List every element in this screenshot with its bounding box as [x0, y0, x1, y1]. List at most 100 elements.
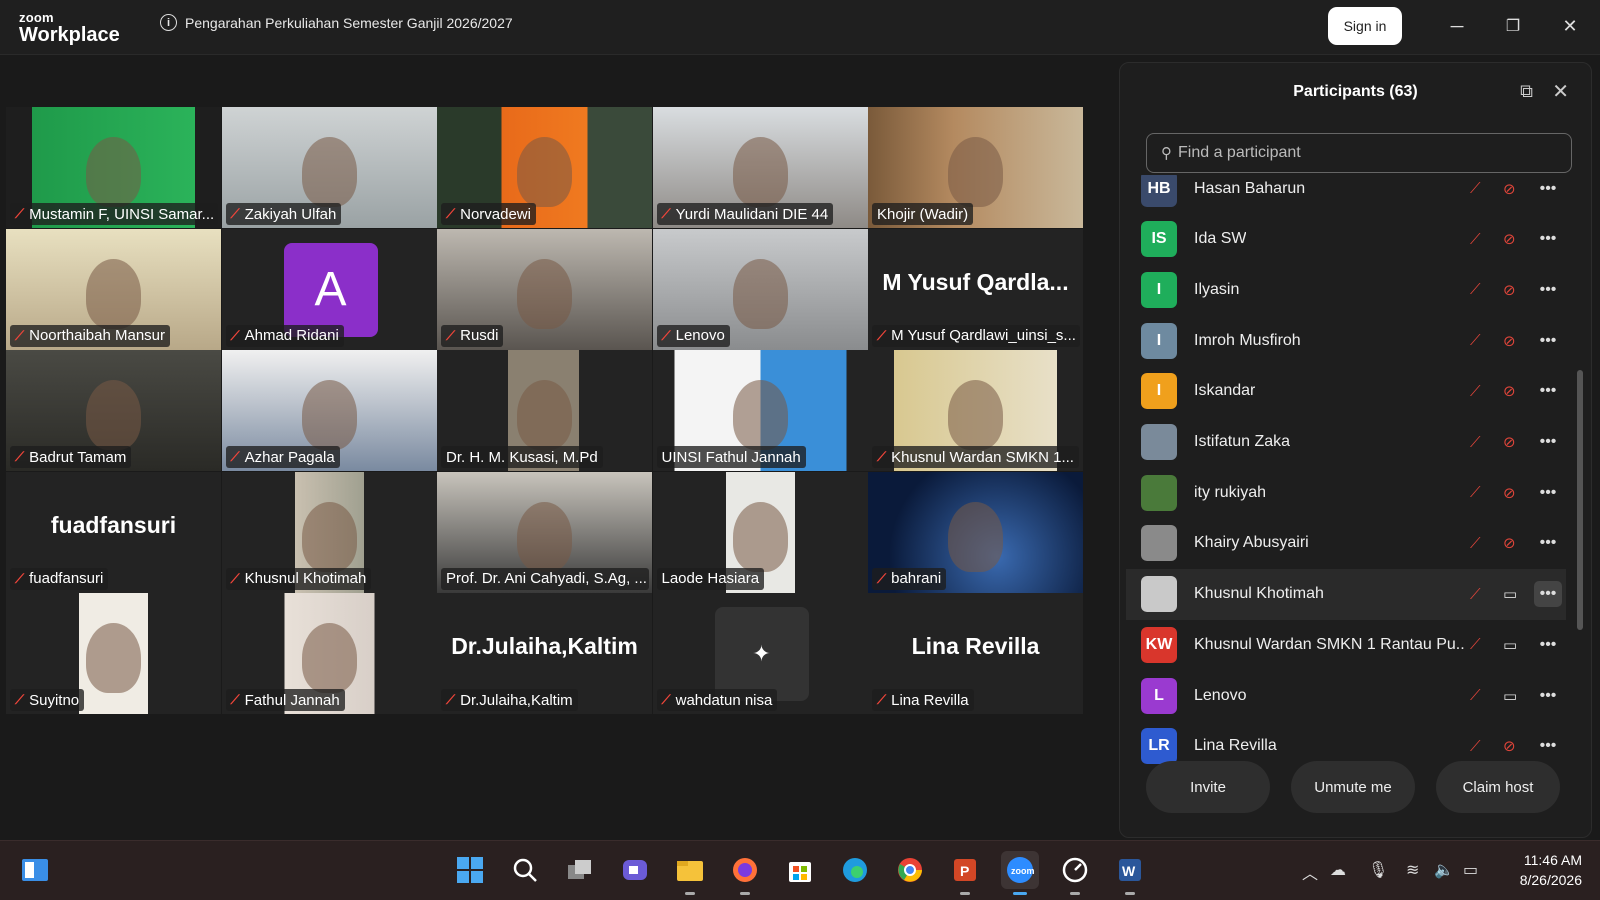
video-off-icon[interactable]: ⊘ [1503, 332, 1516, 350]
teams-chat-icon[interactable] [616, 851, 654, 889]
video-off-icon[interactable]: ⊘ [1503, 230, 1516, 248]
video-tile[interactable]: ⟋ Khusnul Wardan SMKN 1... [868, 350, 1083, 471]
video-tile[interactable]: ⟋ Khusnul Khotimah [221, 471, 437, 593]
widgets-icon[interactable] [16, 851, 54, 889]
video-tile[interactable]: Laode Hasiara [652, 471, 868, 593]
video-tile[interactable]: Lina Revilla ⟋ Lina Revilla [868, 593, 1083, 714]
store-icon[interactable] [781, 851, 819, 889]
video-tile[interactable]: ⟋ bahrani [868, 471, 1083, 593]
onedrive-icon[interactable]: ☁ [1330, 860, 1346, 880]
participant-row[interactable]: HB Hasan Baharun ⟋ ⊘ ••• [1126, 175, 1566, 214]
info-icon[interactable]: i [160, 14, 177, 31]
video-tile[interactable]: ⟋ Fathul Jannah [221, 593, 437, 714]
chevron-up-icon[interactable]: ︿ [1302, 860, 1318, 884]
participant-row[interactable]: I Ilyasin ⟋ ⊘ ••• [1126, 264, 1566, 315]
video-tile[interactable]: ⟋ Rusdi [437, 228, 652, 350]
video-tile[interactable]: ⟋ Zakiyah Ulfah [221, 107, 437, 228]
participant-row[interactable]: IS Ida SW ⟋ ⊘ ••• [1126, 214, 1566, 265]
sign-in-button[interactable]: Sign in [1328, 7, 1402, 45]
more-options-icon[interactable]: ••• [1534, 733, 1562, 759]
minimize-icon[interactable]: ─ [1444, 13, 1470, 39]
muted-mic-icon[interactable]: ⟋ [1470, 180, 1481, 197]
participant-row[interactable]: I Iskandar ⟋ ⊘ ••• [1126, 366, 1566, 417]
video-off-icon[interactable]: ⊘ [1503, 534, 1516, 552]
close-icon[interactable]: ✕ [1557, 13, 1583, 39]
more-options-icon[interactable]: ••• [1534, 176, 1562, 202]
muted-mic-icon[interactable]: ⟋ [1470, 231, 1481, 248]
firefox-icon[interactable] [726, 851, 764, 895]
video-tile[interactable]: ⟋ Mustamin F, UINSI Samar... [6, 107, 221, 228]
zoom-taskbar-icon[interactable]: zoom [1001, 851, 1039, 895]
video-tile[interactable]: A ⟋ Ahmad Ridani [221, 228, 437, 350]
more-options-icon[interactable]: ••• [1534, 632, 1562, 658]
video-tile[interactable]: Dr. H. M. Kusasi, M.Pd [437, 350, 652, 471]
claim-host-button[interactable]: Claim host [1436, 761, 1560, 813]
video-off-icon[interactable]: ⊘ [1503, 180, 1516, 198]
participant-row[interactable]: KW Khusnul Wardan SMKN 1 Rantau Pu... ⟋ ▭ ••… [1126, 619, 1566, 670]
muted-mic-icon[interactable]: ⟋ [1470, 687, 1481, 704]
more-options-icon[interactable]: ••• [1534, 378, 1562, 404]
more-options-icon[interactable]: ••• [1534, 480, 1562, 506]
video-tile[interactable]: ⟋ Noorthaibah Mansur [6, 228, 221, 350]
file-explorer-icon[interactable] [671, 851, 709, 895]
video-on-icon[interactable]: ▭ [1503, 687, 1517, 705]
clock-app-icon[interactable] [1056, 851, 1094, 895]
scrollbar-thumb[interactable] [1577, 370, 1583, 630]
invite-button[interactable]: Invite [1146, 761, 1270, 813]
participant-row[interactable]: Khusnul Khotimah ⟋ ▭ ••• [1126, 568, 1566, 620]
muted-mic-icon[interactable]: ⟋ [1470, 586, 1481, 603]
start-icon[interactable] [451, 851, 489, 889]
video-tile[interactable]: ⟋ Yurdi Maulidani DIE 44 [652, 107, 868, 228]
video-tile[interactable]: ✦ ⟋ wahdatun nisa [652, 593, 868, 714]
video-tile[interactable]: Khojir (Wadir) [868, 107, 1083, 228]
volume-icon[interactable]: 🔈 [1434, 860, 1454, 880]
video-off-icon[interactable]: ⊘ [1503, 484, 1516, 502]
unmute-me-button[interactable]: Unmute me [1291, 761, 1415, 813]
video-tile[interactable]: Dr.Julaiha,Kaltim ⟋ Dr.Julaiha,Kaltim [437, 593, 652, 714]
video-on-icon[interactable]: ▭ [1503, 636, 1517, 654]
video-off-icon[interactable]: ⊘ [1503, 382, 1516, 400]
more-options-icon[interactable]: ••• [1534, 328, 1562, 354]
muted-mic-icon[interactable]: ⟋ [1470, 434, 1481, 451]
more-options-icon[interactable]: ••• [1534, 581, 1562, 608]
powerpoint-icon[interactable]: P [946, 851, 984, 895]
video-off-icon[interactable]: ⊘ [1503, 433, 1516, 451]
wifi-icon[interactable]: ≋ [1406, 860, 1419, 880]
more-options-icon[interactable]: ••• [1534, 530, 1562, 556]
video-tile[interactable]: Prof. Dr. Ani Cahyadi, S.Ag, ... [437, 471, 652, 593]
more-options-icon[interactable]: ••• [1534, 277, 1562, 303]
participant-row[interactable]: I Imroh Musfiroh ⟋ ⊘ ••• [1126, 315, 1566, 366]
video-tile[interactable]: ⟋ Lenovo [652, 228, 868, 350]
video-off-icon[interactable]: ⊘ [1503, 737, 1516, 755]
muted-mic-icon[interactable]: ⟋ [1470, 535, 1481, 552]
edge-icon[interactable] [836, 851, 874, 889]
participant-row[interactable]: ity rukiyah ⟋ ⊘ ••• [1126, 467, 1566, 518]
more-options-icon[interactable]: ••• [1534, 429, 1562, 455]
video-tile[interactable]: ⟋ Badrut Tamam [6, 350, 221, 471]
popout-icon[interactable]: ⧉ [1520, 81, 1533, 102]
microphone-icon[interactable]: 🎙 [1368, 860, 1388, 880]
chrome-icon[interactable] [891, 851, 929, 889]
muted-mic-icon[interactable]: ⟋ [1470, 383, 1481, 400]
more-options-icon[interactable]: ••• [1534, 226, 1562, 252]
video-tile[interactable]: ⟋ Suyitno [6, 593, 221, 714]
participant-row[interactable]: Istifatun Zaka ⟋ ⊘ ••• [1126, 417, 1566, 468]
video-on-icon[interactable]: ▭ [1503, 585, 1517, 603]
taskbar-clock[interactable]: 11:46 AM 8/26/2026 [1502, 850, 1582, 890]
more-options-icon[interactable]: ••• [1534, 683, 1562, 709]
video-tile[interactable]: M Yusuf Qardla... ⟋ M Yusuf Qardlawi_uinsi… [868, 228, 1083, 350]
participant-search-input[interactable]: ⚲ Find a participant [1146, 133, 1572, 173]
video-tile[interactable]: ⟋ Azhar Pagala [221, 350, 437, 471]
video-tile[interactable]: ⟋ Norvadewi [437, 107, 652, 228]
video-tile[interactable]: UINSI Fathul Jannah [652, 350, 868, 471]
muted-mic-icon[interactable]: ⟋ [1470, 281, 1481, 298]
video-tile[interactable]: fuadfansuri ⟋ fuadfansuri [6, 471, 221, 593]
restore-icon[interactable]: ❐ [1500, 13, 1526, 39]
search-taskbar-icon[interactable] [506, 851, 544, 889]
participant-scrollbar[interactable] [1577, 175, 1583, 815]
word-icon[interactable]: W [1111, 851, 1149, 895]
muted-mic-icon[interactable]: ⟋ [1470, 332, 1481, 349]
muted-mic-icon[interactable]: ⟋ [1470, 738, 1481, 755]
muted-mic-icon[interactable]: ⟋ [1470, 636, 1481, 653]
participant-row[interactable]: L Lenovo ⟋ ▭ ••• [1126, 670, 1566, 721]
